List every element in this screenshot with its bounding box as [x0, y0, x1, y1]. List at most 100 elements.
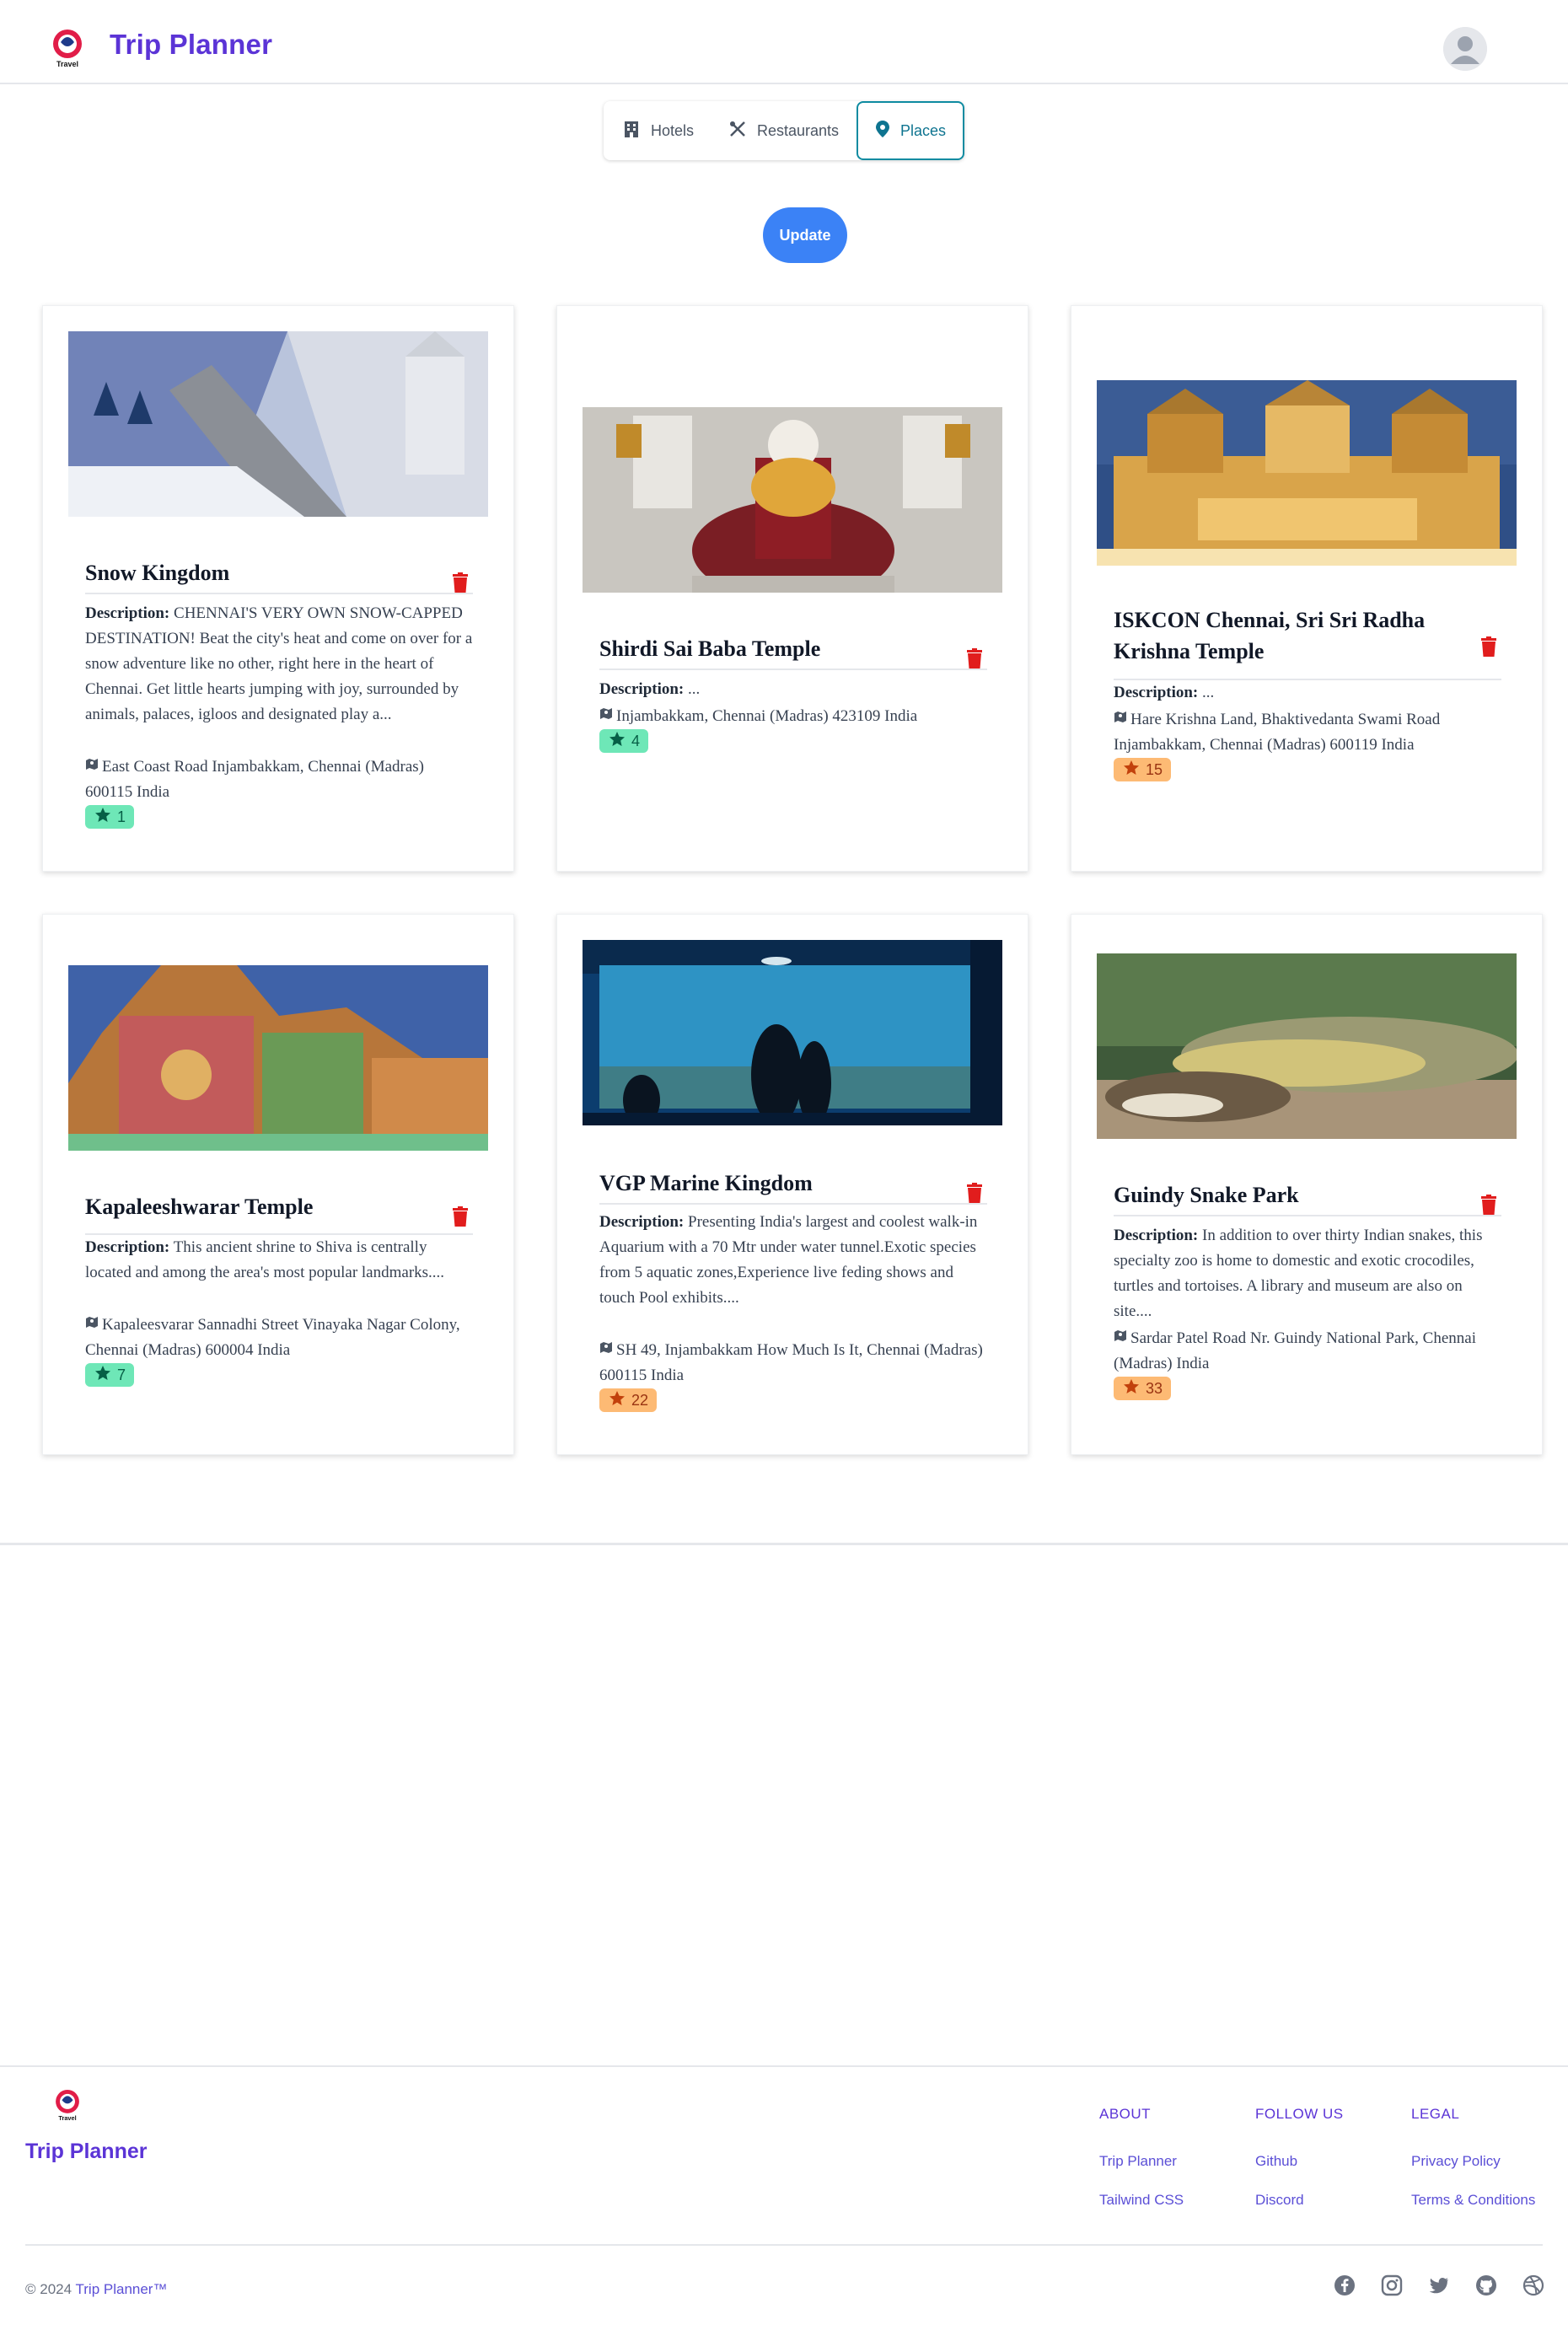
description-label: Description: [599, 1213, 685, 1231]
delete-trash-icon[interactable] [1481, 636, 1496, 657]
place-address: Injambakkam, Chennai (Madras) 423109 Ind… [599, 702, 987, 729]
place-title: VGP Marine Kingdom [599, 1171, 813, 1195]
page-footer: Travel Trip Planner ABOUT Trip Planner T… [0, 2065, 1568, 2325]
footer-column-legal: LEGAL Privacy Policy Terms & Conditions [1411, 2106, 1535, 2231]
footer-link[interactable]: Terms & Conditions [1411, 2192, 1535, 2209]
place-card: Kapaleeshwarar Temple Description: This … [42, 914, 514, 1455]
place-title: Guindy Snake Park [1114, 1183, 1299, 1207]
copyright-year: © 2024 [25, 2281, 72, 2297]
map-icon [599, 1336, 613, 1353]
description-text: CHENNAI'S VERY OWN SNOW-CAPPED DESTINATI… [85, 604, 473, 723]
title-divider [1114, 1215, 1501, 1216]
title-divider [85, 593, 473, 594]
rating-count: 4 [631, 732, 641, 749]
delete-trash-icon[interactable] [967, 648, 982, 669]
travel-logo-icon[interactable]: Travel [49, 27, 86, 69]
title-divider [599, 669, 987, 670]
place-card: Snow Kingdom Description: CHENNAI'S VERY… [42, 305, 514, 872]
place-description: Description: Presenting India's largest … [599, 1210, 987, 1311]
dribbble-icon[interactable] [1522, 2274, 1544, 2296]
svg-text:Travel: Travel [58, 2114, 76, 2122]
address-text: East Coast Road Injambakkam, Chennai (Ma… [85, 758, 425, 801]
place-card: ISKCON Chennai, Sri Sri Radha Krishna Te… [1071, 305, 1543, 872]
footer-heading: ABOUT [1099, 2106, 1152, 2122]
footer-link[interactable]: Trip Planner [1099, 2153, 1184, 2170]
place-image [583, 940, 1002, 1125]
footer-link[interactable]: Discord [1255, 2192, 1344, 2209]
address-text: Injambakkam, Chennai (Madras) 423109 Ind… [616, 707, 918, 725]
rating-badge: 15 [1114, 758, 1172, 781]
tab-places[interactable]: Places [856, 101, 964, 160]
place-card: VGP Marine Kingdom Description: Presenti… [556, 914, 1028, 1455]
place-address: SH 49, Injambakkam How Much Is It, Chenn… [599, 1336, 987, 1388]
place-description: Description: CHENNAI'S VERY OWN SNOW-CAP… [85, 601, 473, 728]
rating-badge: 33 [1114, 1377, 1172, 1400]
rating-badge: 22 [599, 1388, 658, 1412]
tab-hotels-label: Hotels [651, 121, 695, 139]
place-title: ISKCON Chennai, Sri Sri Radha Krishna Te… [1114, 608, 1426, 663]
description-label: Description: [1114, 684, 1199, 701]
address-text: SH 49, Injambakkam How Much Is It, Chenn… [599, 1341, 983, 1384]
twitter-icon[interactable] [1428, 2274, 1450, 2296]
footer-heading: LEGAL [1411, 2106, 1460, 2122]
delete-trash-icon[interactable] [967, 1183, 982, 1203]
place-title: Kapaleeshwarar Temple [85, 1195, 314, 1219]
delete-trash-icon[interactable] [453, 1206, 468, 1227]
place-address: Sardar Patel Road Nr. Guindy National Pa… [1114, 1324, 1501, 1377]
place-description: Description: In addition to over thirty … [1114, 1223, 1501, 1324]
place-card: Guindy Snake Park Description: In additi… [1071, 914, 1543, 1455]
star-icon [609, 732, 625, 750]
top-navbar: Travel Trip Planner [0, 0, 1568, 84]
star-icon [95, 1366, 110, 1384]
tab-restaurants[interactable]: Restaurants [728, 101, 839, 160]
instagram-icon[interactable] [1381, 2274, 1403, 2296]
user-avatar-icon[interactable] [1443, 27, 1487, 71]
place-description: Description: ... [1114, 680, 1501, 706]
github-icon[interactable] [1475, 2274, 1497, 2296]
building-icon [622, 120, 641, 142]
utensils-icon [728, 120, 747, 142]
footer-link[interactable]: Github [1255, 2153, 1344, 2170]
svg-text:Travel: Travel [56, 60, 78, 68]
tab-places-label: Places [899, 121, 947, 139]
address-text: Hare Krishna Land, Bhaktivedanta Swami R… [1114, 711, 1441, 754]
description-label: Description: [85, 1238, 170, 1256]
footer-brand[interactable]: Trip Planner [25, 2140, 147, 2164]
rating-count: 1 [117, 808, 126, 825]
address-text: Sardar Patel Road Nr. Guindy National Pa… [1114, 1329, 1477, 1372]
map-icon [1114, 1324, 1127, 1341]
description-label: Description: [85, 604, 170, 622]
map-icon [599, 702, 613, 719]
footer-column-about: ABOUT Trip Planner Tailwind CSS [1099, 2106, 1184, 2231]
delete-trash-icon[interactable] [1481, 1195, 1496, 1215]
place-card: Shirdi Sai Baba Temple Description: ... … [556, 305, 1028, 872]
place-image [68, 965, 488, 1151]
social-links [1334, 2274, 1544, 2296]
tab-restaurants-label: Restaurants [757, 121, 840, 139]
star-icon [609, 1391, 625, 1409]
star-icon [1124, 760, 1139, 779]
delete-trash-icon[interactable] [453, 572, 468, 593]
rating-badge: 1 [85, 805, 135, 829]
category-tabs: Hotels Restaurants Places [604, 101, 964, 160]
description-text: ... [1202, 684, 1215, 701]
update-button[interactable]: Update [763, 207, 847, 263]
description-label: Description: [599, 680, 685, 698]
copyright-brand-link[interactable]: Trip Planner™ [76, 2281, 168, 2297]
footer-heading: FOLLOW US [1255, 2106, 1344, 2122]
map-icon [1114, 706, 1127, 722]
place-description: Description: This ancient shrine to Shiv… [85, 1235, 473, 1286]
rating-count: 15 [1146, 760, 1163, 778]
brand-title[interactable]: Trip Planner [110, 29, 272, 61]
rating-count: 22 [631, 1391, 649, 1409]
facebook-icon[interactable] [1334, 2274, 1356, 2296]
place-title: Shirdi Sai Baba Temple [599, 636, 821, 661]
place-image [583, 407, 1002, 593]
description-label: Description: [1114, 1227, 1199, 1244]
footer-link[interactable]: Privacy Policy [1411, 2153, 1535, 2170]
footer-link[interactable]: Tailwind CSS [1099, 2192, 1184, 2209]
tab-hotels[interactable]: Hotels [622, 101, 694, 160]
travel-logo-icon[interactable]: Travel [52, 2087, 83, 2123]
place-address: East Coast Road Injambakkam, Chennai (Ma… [85, 753, 473, 805]
place-address: Kapaleesvarar Sannadhi Street Vinayaka N… [85, 1311, 473, 1363]
